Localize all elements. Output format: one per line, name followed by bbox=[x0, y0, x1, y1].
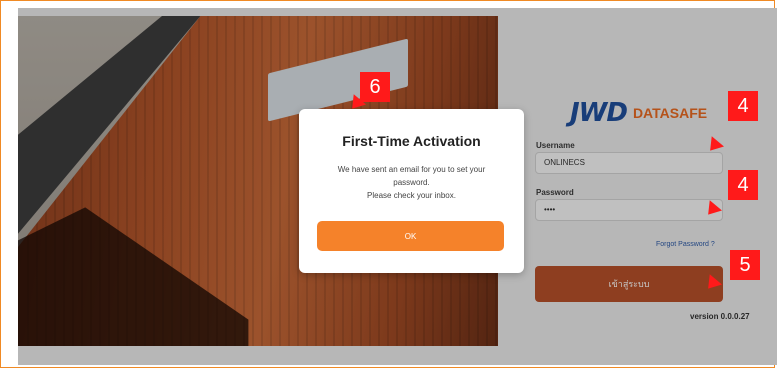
annotation-marker-6: 6 bbox=[360, 72, 390, 102]
dialog-message-line: We have sent an email for you to set you… bbox=[337, 165, 486, 174]
dialog-message-line: Please check your inbox. bbox=[367, 191, 456, 200]
dialog-message: We have sent an email for you to set you… bbox=[299, 163, 524, 202]
annotation-marker-4: 4 bbox=[728, 170, 758, 200]
annotation-marker-4: 4 bbox=[728, 91, 758, 121]
activation-dialog: First-Time Activation We have sent an em… bbox=[299, 109, 524, 273]
ok-button[interactable]: OK bbox=[317, 221, 504, 251]
dialog-title: First-Time Activation bbox=[342, 133, 481, 149]
annotation-marker-5: 5 bbox=[730, 250, 760, 280]
dialog-message-line: password. bbox=[393, 178, 430, 187]
